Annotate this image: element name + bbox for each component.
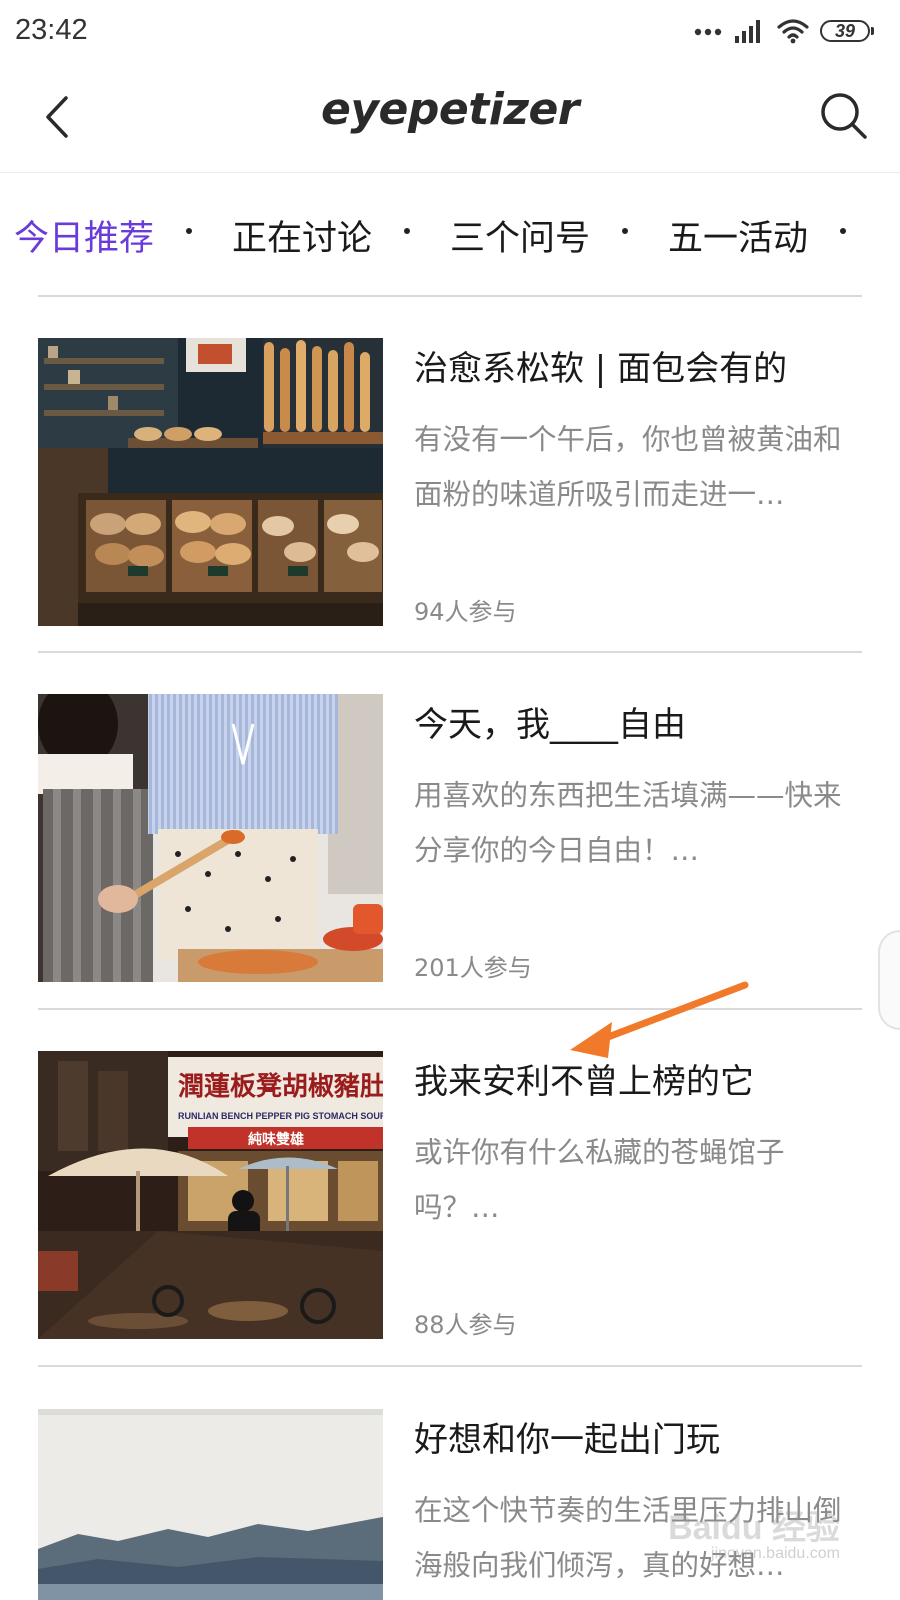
- card-title[interactable]: 今天，我____自由: [414, 697, 862, 746]
- card-description: 用喜欢的东西把生活填满——快来分享你的今日自由！…: [414, 779, 842, 867]
- signal-icon: [735, 20, 760, 43]
- tab-may-day-event[interactable]: 五一活动: [668, 210, 808, 261]
- participant-count: 201人参与: [414, 954, 532, 982]
- topic-card[interactable]: 潤蓮板凳胡椒豬肚湯 RUNLIAN BENCH PEPPER PIG STOMA…: [38, 1051, 862, 1341]
- bakery-photo[interactable]: [38, 338, 383, 626]
- signboard-sub: 純味雙雄: [248, 1131, 304, 1148]
- card-title[interactable]: 好想和你一起出门玩: [414, 1412, 862, 1461]
- tab-separator-dot: [840, 228, 846, 234]
- app-logo: eyepetizer: [321, 84, 579, 135]
- more-dots-icon: [694, 28, 722, 36]
- participant-count: 88人参与: [414, 1311, 517, 1339]
- tab-three-questions[interactable]: 三个问号: [450, 210, 590, 261]
- status-time: 23:42: [15, 14, 88, 46]
- battery-icon: 39: [820, 20, 874, 42]
- tab-discussing[interactable]: 正在讨论: [232, 210, 372, 261]
- street-restaurant-photo[interactable]: 潤蓮板凳胡椒豬肚湯 RUNLIAN BENCH PEPPER PIG STOMA…: [38, 1051, 383, 1339]
- status-bar: 23:42 39: [0, 0, 900, 62]
- tab-separator-dot: [186, 228, 192, 234]
- card-description: 或许你有什么私藏的苍蝇馆子吗？…: [414, 1136, 785, 1224]
- wifi-icon: [777, 19, 809, 44]
- signboard-english: RUNLIAN BENCH PEPPER PIG STOMACH SOUP: [178, 1111, 383, 1121]
- topic-card[interactable]: 治愈系松软 | 面包会有的 有没有一个午后，你也曾被黄油和面粉的味道所吸引而走进…: [38, 338, 862, 628]
- tab-today-recommend[interactable]: 今日推荐: [14, 210, 154, 261]
- search-button[interactable]: [818, 90, 870, 142]
- battery-level: 39: [834, 20, 856, 41]
- app-header: eyepetizer: [0, 62, 900, 173]
- card-description: 有没有一个午后，你也曾被黄油和面粉的味道所吸引而走进一…: [414, 423, 842, 511]
- participant-count: 94人参与: [414, 598, 517, 626]
- tab-separator-dot: [622, 228, 628, 234]
- side-pull-handle[interactable]: [878, 930, 900, 1030]
- search-icon: [821, 93, 867, 139]
- signboard-text: 潤蓮板凳胡椒豬肚湯: [178, 1072, 383, 1102]
- divider: [38, 1365, 862, 1367]
- topic-card[interactable]: 今天，我____自由 用喜欢的东西把生活填满——快来分享你的今日自由！… 201…: [38, 694, 862, 984]
- card-title[interactable]: 治愈系松软 | 面包会有的: [414, 341, 862, 390]
- divider: [38, 651, 862, 653]
- status-icons: 39: [694, 14, 874, 48]
- card-title[interactable]: 我来安利不曾上榜的它: [414, 1054, 862, 1103]
- divider: [38, 1008, 862, 1010]
- tab-separator-dot: [404, 228, 410, 234]
- watermark-url: jingyan.baidu.com: [711, 1545, 840, 1562]
- cooking-photo[interactable]: [38, 694, 383, 982]
- watermark: Baidu 经验: [668, 1509, 840, 1547]
- divider: [38, 295, 862, 297]
- category-tabs: 今日推荐 正在讨论 三个问号 五一活动: [0, 172, 900, 294]
- mountain-lake-photo[interactable]: [38, 1409, 383, 1600]
